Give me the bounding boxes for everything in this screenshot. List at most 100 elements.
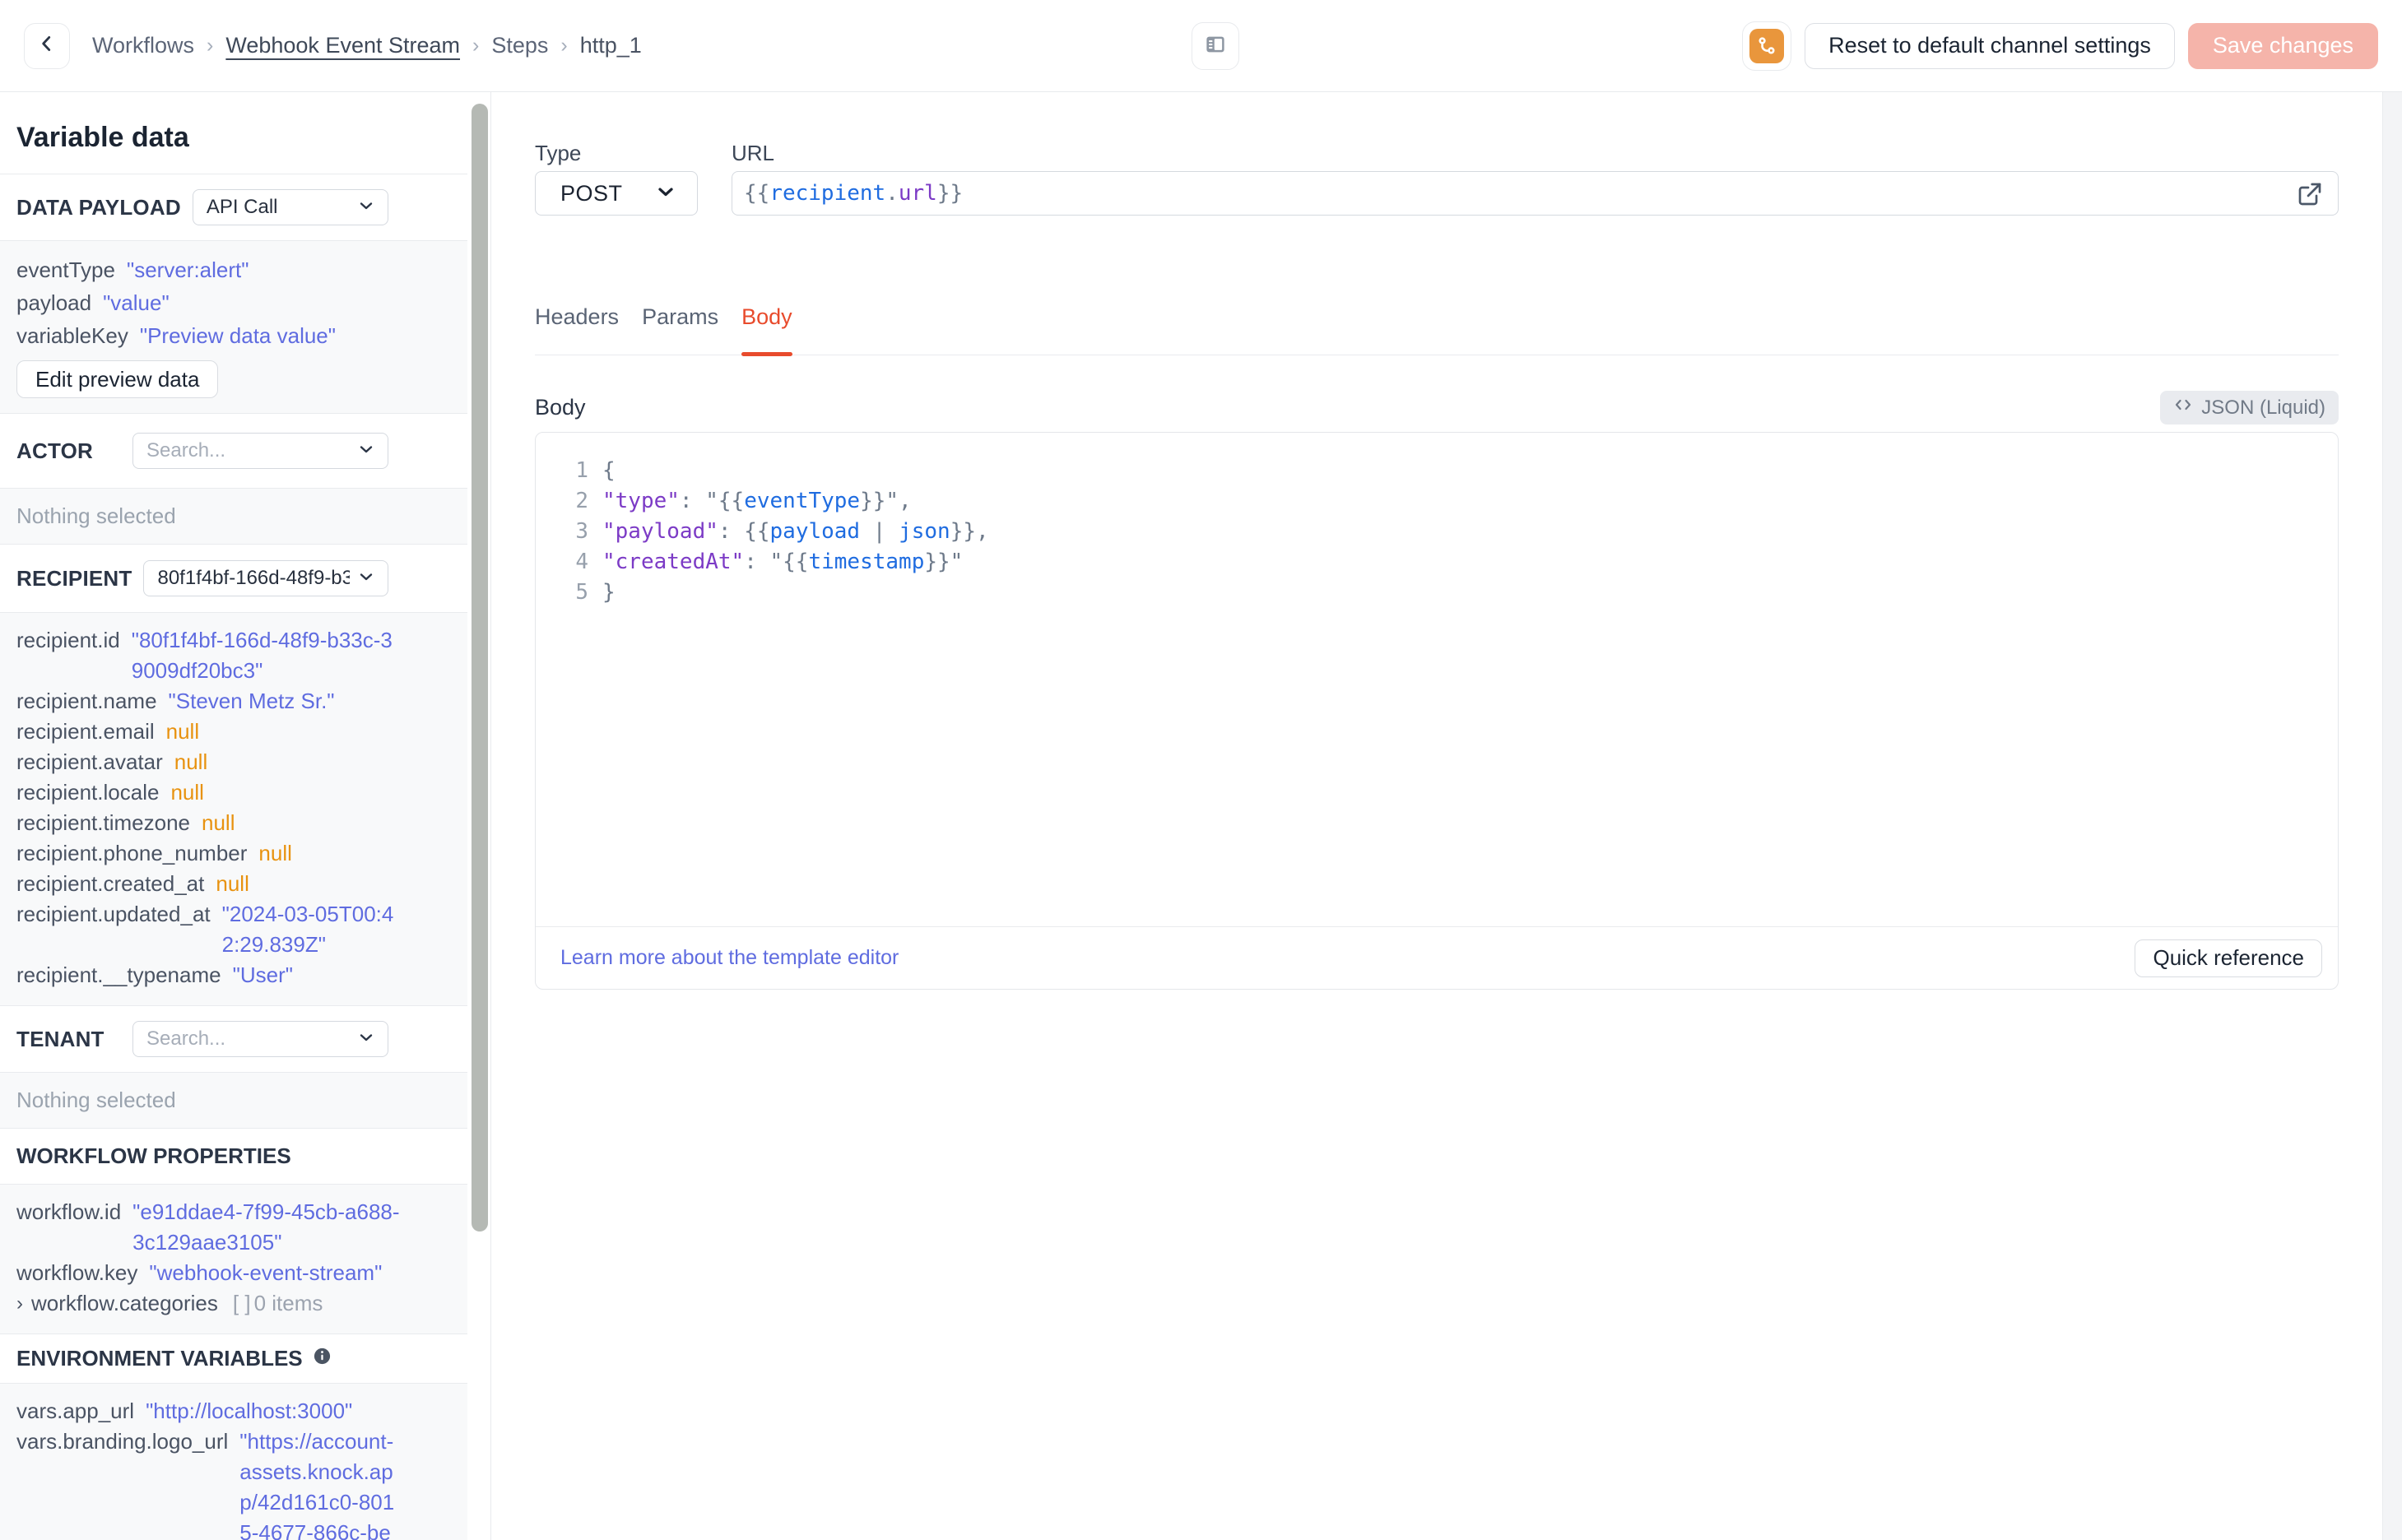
kv-value: "http://localhost:3000" (146, 1399, 353, 1423)
code-line-content: "type": "{{eventType}}", (588, 486, 912, 517)
workflow-properties-section: workflow.id "e91ddae4-7f99-45cb-a688-3c12… (0, 1185, 467, 1334)
line-number: 1 (575, 458, 588, 483)
item-count: 0 items (253, 1291, 323, 1315)
environment-variables-header: ENVIRONMENT VARIABLES (0, 1334, 467, 1384)
kv-value: null (258, 841, 292, 865)
body-template-editor: 1{2 "type": "{{eventType}}", 3 "payload": {… (535, 432, 2339, 990)
tab-headers[interactable]: Headers (535, 304, 619, 355)
code-line-content: "createdAt": "{{timestamp}}" (588, 547, 963, 578)
kv-value: "value" (103, 290, 170, 315)
kv-value: null (165, 719, 200, 744)
kv-row: vars.app_url "http://localhost:3000" (16, 1396, 401, 1426)
back-button[interactable] (24, 22, 70, 69)
kv-key: recipient.email (16, 719, 155, 744)
workflow-properties-header: WORKFLOW PROPERTIES (0, 1129, 467, 1185)
code-line: 3 "payload": {{payload | json}}, (536, 517, 2338, 547)
kv-row: recipient.locale null (16, 777, 401, 808)
chevron-down-icon (350, 1027, 376, 1051)
variable-data-sidebar: Variable data DATA PAYLOAD API Call even… (0, 92, 491, 1540)
kv-row: recipient.timezone null (16, 808, 401, 838)
tab-body[interactable]: Body (741, 304, 792, 356)
edit-preview-data-button[interactable]: Edit preview data (16, 360, 219, 398)
kv-key: recipient.id (16, 628, 120, 652)
external-link-icon[interactable] (2297, 181, 2323, 213)
save-changes-button[interactable]: Save changes (2187, 22, 2378, 69)
language-badge-text: JSON (Liquid) (2201, 396, 2325, 419)
code-token: | (860, 519, 899, 544)
code-token: url (898, 181, 937, 206)
breadcrumb-item-steps[interactable]: Steps (491, 33, 548, 58)
kv-value: "Preview data value" (139, 323, 336, 348)
kv-key: workflow.key (16, 1260, 138, 1285)
chevron-down-icon (350, 567, 376, 591)
data-payload-label: DATA PAYLOAD (16, 194, 181, 220)
kv-key: variableKey (16, 323, 128, 348)
kv-value: "Steven Metz Sr." (168, 689, 335, 713)
content-layout: Variable data DATA PAYLOAD API Call even… (0, 92, 2402, 1540)
kv-key: recipient.avatar (16, 749, 163, 774)
breadcrumb-item-webhook-event-stream[interactable]: Webhook Event Stream (225, 33, 460, 58)
breadcrumb-item-workflows[interactable]: Workflows (92, 33, 194, 58)
kv-row: recipient.phone_number null (16, 838, 401, 869)
commit-changes-button[interactable] (1742, 21, 1792, 71)
code-token: . (885, 181, 899, 206)
tenant-label: TENANT (16, 1026, 105, 1051)
code-line-content: "payload": {{payload | json}}, (588, 517, 989, 547)
kv-key: recipient.updated_at (16, 902, 211, 926)
kv-row: workflow.id "e91ddae4-7f99-45cb-a688-3c12… (16, 1197, 401, 1258)
chevron-down-icon (350, 196, 376, 220)
code-token: : {{ (718, 519, 770, 544)
editor-footer: Learn more about the template editor Qui… (536, 926, 2338, 989)
kv-value: null (174, 749, 208, 774)
kv-value: "https://account-assets.knock.app/42d161… (239, 1429, 395, 1540)
page-scroll-gutter[interactable] (2382, 92, 2402, 1540)
kv-key: recipient.locale (16, 780, 160, 805)
kv-key: payload (16, 290, 92, 315)
tab-params[interactable]: Params (642, 304, 718, 355)
kv-key: workflow.categories (31, 1291, 218, 1315)
sidebar-toggle-button[interactable] (1192, 22, 1239, 70)
code-token: }}", (860, 489, 912, 513)
method-select[interactable]: POST (535, 171, 698, 216)
kv-value: "80f1f4bf-166d-48f9-b33c-39009df20bc3" (131, 628, 393, 683)
sidebar-panel: Variable data DATA PAYLOAD API Call even… (0, 92, 467, 1540)
code-token: eventType (744, 489, 861, 513)
info-icon[interactable] (313, 1346, 332, 1371)
tenant-row: TENANT Search... (0, 1006, 467, 1073)
actor-row: ACTOR Search... (0, 414, 467, 489)
kv-key: recipient.__typename (16, 962, 221, 987)
kv-key: recipient.timezone (16, 810, 190, 835)
recipient-select[interactable]: 80f1f4bf-166d-48f9-b33c (143, 560, 388, 596)
kv-key: recipient.phone_number (16, 841, 248, 865)
request-editor-main: Type POST URL {{recipient.url}} Headers … (491, 92, 2382, 1540)
tenant-select[interactable]: Search... (132, 1021, 388, 1057)
recipient-properties-section: recipient.id "80f1f4bf-166d-48f9-b33c-390… (0, 613, 467, 1006)
type-field: Type POST (535, 141, 698, 216)
request-tabs: Headers Params Body (535, 304, 2339, 356)
topbar: Workflows › Webhook Event Stream › Steps › htt… (0, 0, 2402, 92)
code-icon (2173, 395, 2193, 420)
tenant-select-placeholder: Search... (146, 1027, 226, 1050)
sidebar-title: Variable data (0, 92, 467, 174)
actor-select[interactable]: Search... (132, 433, 388, 469)
quick-reference-button[interactable]: Quick reference (2135, 939, 2322, 977)
kv-value: null (202, 810, 235, 835)
actor-empty-state: Nothing selected (0, 489, 467, 545)
breadcrumb: Workflows › Webhook Event Stream › Steps › htt… (92, 33, 642, 58)
topbar-actions: Reset to default channel settings Save c… (1742, 21, 2378, 71)
code-token: } (602, 580, 616, 605)
template-editor-docs-link[interactable]: Learn more about the template editor (560, 946, 899, 970)
code-token: : "{{ (744, 550, 809, 574)
data-payload-select[interactable]: API Call (192, 189, 388, 225)
recipient-row: RECIPIENT 80f1f4bf-166d-48f9-b33c (0, 545, 467, 613)
line-number: 5 (575, 580, 588, 605)
url-field: URL {{recipient.url}} (732, 141, 2339, 216)
code-line: 4 "createdAt": "{{timestamp}}" (536, 547, 2338, 578)
url-input[interactable]: {{recipient.url}} (732, 171, 2339, 216)
code-token: }}, (950, 519, 989, 544)
line-number: 3 (575, 519, 588, 544)
sidebar-scrollbar[interactable] (472, 104, 488, 1232)
chevron-right-icon[interactable]: › (16, 1288, 23, 1319)
code-editor[interactable]: 1{2 "type": "{{eventType}}", 3 "payload": {… (536, 433, 2338, 926)
reset-channel-settings-button[interactable]: Reset to default channel settings (1805, 22, 2175, 69)
